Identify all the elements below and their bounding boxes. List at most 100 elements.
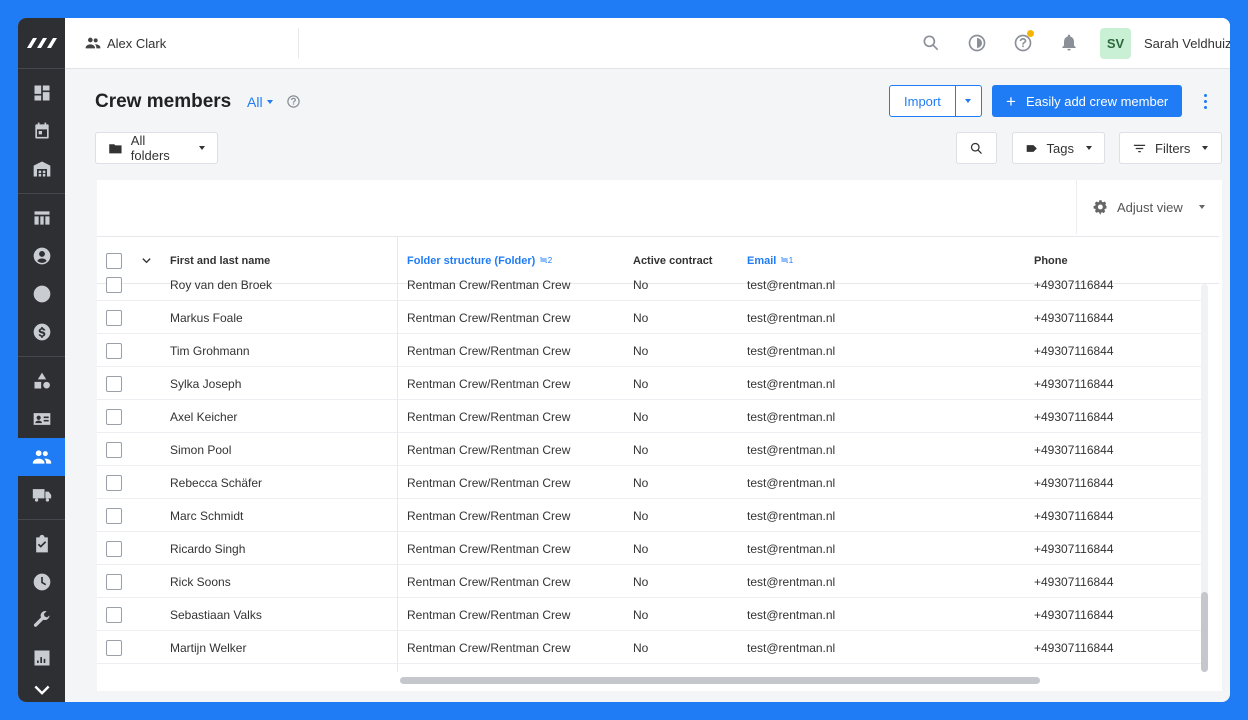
cell-email: test@rentman.nl	[747, 409, 836, 424]
view-filter-dropdown[interactable]: All	[247, 94, 273, 110]
cell-folder: Rentman Crew/Rentman Crew	[407, 574, 571, 589]
sidebar-item-table[interactable]	[18, 199, 65, 237]
row-select-checkbox[interactable]	[106, 565, 122, 598]
nav-group-1	[18, 68, 65, 193]
column-header-email-label: Email	[747, 254, 777, 267]
chart-icon	[34, 650, 49, 666]
more-options-button[interactable]	[1200, 92, 1210, 110]
table-row[interactable]: Sebastiaan Valks Rentman Crew/Rentman Cre…	[97, 598, 1205, 631]
sidebar-item-tasks[interactable]	[18, 525, 65, 563]
add-crew-member-label: Easily add crew member	[1025, 93, 1169, 109]
table-row[interactable]: Sylka Joseph Rentman Crew/Rentman Crew No t…	[97, 367, 1205, 400]
row-select-checkbox[interactable]	[106, 499, 122, 532]
cell-email: test@rentman.nl	[747, 343, 836, 358]
table-row[interactable]: Rick Soons Rentman Crew/Rentman Crew No tes…	[97, 565, 1205, 598]
checkbox-box	[106, 375, 122, 392]
gear-icon	[1093, 200, 1107, 215]
shapes-icon	[34, 372, 50, 389]
avatar[interactable]: SV	[1100, 27, 1131, 59]
row-select-checkbox[interactable]	[106, 466, 122, 499]
vertical-scrollbar-thumb[interactable]	[1201, 592, 1208, 672]
import-button[interactable]: Import	[890, 86, 956, 116]
table-row[interactable]: Simon Pool Rentman Crew/Rentman Crew No tes…	[97, 433, 1205, 466]
folders-dropdown[interactable]: All folders	[95, 132, 218, 164]
sidebar-item-swap[interactable]	[18, 275, 65, 313]
row-select-checkbox[interactable]	[106, 598, 122, 631]
table-row[interactable]: Tim Grohmann Rentman Crew/Rentman Crew No t…	[97, 334, 1205, 367]
app-logo[interactable]	[18, 18, 65, 68]
table-row[interactable]: Martijn Welker Rentman Crew/Rentman Crew N…	[97, 631, 1205, 664]
sidebar-item-finance[interactable]	[18, 313, 65, 351]
help-button[interactable]	[1000, 18, 1046, 69]
cell-active-contract: No	[633, 574, 649, 589]
sidebar-item-reports[interactable]	[18, 639, 65, 677]
global-search-button[interactable]	[908, 18, 954, 69]
timer-icon	[968, 34, 986, 52]
id-card-icon	[33, 413, 50, 425]
horizontal-scrollbar-thumb[interactable]	[400, 677, 1040, 684]
table-row[interactable]: Markus Foale Rentman Crew/Rentman Crew No t…	[97, 301, 1205, 334]
table-row[interactable]: Marc Schmidt Rentman Crew/Rentman Crew No t…	[97, 499, 1205, 532]
search-icon	[923, 35, 939, 51]
cell-name: Simon Pool	[170, 442, 232, 457]
row-select-checkbox[interactable]	[106, 268, 122, 301]
cell-active-contract: No	[633, 475, 649, 490]
import-button-group: Import	[889, 85, 982, 117]
sidebar-expand[interactable]	[18, 677, 65, 701]
caret-down-icon	[199, 146, 205, 150]
add-crew-member-button[interactable]: + Easily add crew member	[992, 85, 1182, 117]
table-row[interactable]: Axel Keicher Rentman Crew/Rentman Crew No t…	[97, 400, 1205, 433]
bell-icon	[1062, 34, 1076, 51]
row-select-checkbox[interactable]	[106, 301, 122, 334]
checklist-icon	[35, 534, 48, 553]
table-row[interactable]: Roy van den Broek Rentman Crew/Rentman Cr…	[97, 268, 1205, 301]
sidebar-item-id-cards[interactable]	[18, 400, 65, 438]
tags-dropdown[interactable]: Tags	[1012, 132, 1105, 164]
sidebar-item-maintenance[interactable]	[18, 601, 65, 639]
cell-folder: Rentman Crew/Rentman Crew	[407, 409, 571, 424]
column-header-folder-label: Folder structure (Folder)	[407, 254, 536, 267]
cell-phone: +49307116844	[1034, 409, 1114, 424]
sort-order-badge: 2	[547, 256, 553, 265]
adjust-view-button[interactable]: Adjust view	[1076, 180, 1222, 234]
checkbox-box	[106, 573, 122, 590]
sidebar-item-vehicles[interactable]	[18, 476, 65, 514]
cell-email: test@rentman.nl	[747, 475, 836, 490]
notifications-button[interactable]	[1046, 18, 1092, 69]
table-row[interactable]: Rebecca Schäfer Rentman Crew/Rentman Crew…	[97, 466, 1205, 499]
vertical-scrollbar[interactable]	[1201, 284, 1208, 672]
sidebar-item-time[interactable]	[18, 563, 65, 601]
row-select-checkbox[interactable]	[106, 532, 122, 565]
sidebar-item-calendar[interactable]	[18, 112, 65, 150]
checkbox-box	[106, 606, 122, 623]
sidebar-item-warehouse[interactable]	[18, 150, 65, 188]
user-name[interactable]: Sarah Veldhuizen	[1144, 36, 1230, 51]
row-select-checkbox[interactable]	[106, 433, 122, 466]
timer-button[interactable]	[954, 18, 1000, 69]
cell-active-contract: No	[633, 442, 649, 457]
row-select-checkbox[interactable]	[106, 631, 122, 664]
calendar-icon	[34, 122, 49, 139]
checkbox-box	[106, 441, 122, 458]
sidebar-item-equipment[interactable]	[18, 362, 65, 400]
row-select-checkbox[interactable]	[106, 334, 122, 367]
workspace-switcher[interactable]: Alex Clark	[65, 28, 299, 58]
cell-email: test@rentman.nl	[747, 607, 836, 622]
sort-icon: ≒	[780, 255, 789, 266]
sidebar-item-crew[interactable]	[18, 438, 65, 476]
table-row[interactable]: Ricardo Singh Rentman Crew/Rentman Crew No…	[97, 532, 1205, 565]
crew-table-card: Adjust view First and last name Folder s…	[97, 180, 1222, 691]
tags-label: Tags	[1046, 140, 1074, 156]
sidebar-item-contacts[interactable]	[18, 237, 65, 275]
cell-email: test@rentman.nl	[747, 541, 836, 556]
row-select-checkbox[interactable]	[106, 367, 122, 400]
sidebar-item-dashboard[interactable]	[18, 74, 65, 112]
import-options-button[interactable]	[956, 86, 981, 116]
row-select-checkbox[interactable]	[106, 400, 122, 433]
table-search-button[interactable]	[956, 132, 997, 164]
cell-folder: Rentman Crew/Rentman Crew	[407, 376, 571, 391]
filters-dropdown[interactable]: Filters	[1119, 132, 1222, 164]
swap-icon	[33, 285, 50, 303]
more-icon-dot	[1203, 99, 1207, 103]
page-help-button[interactable]	[286, 94, 301, 109]
